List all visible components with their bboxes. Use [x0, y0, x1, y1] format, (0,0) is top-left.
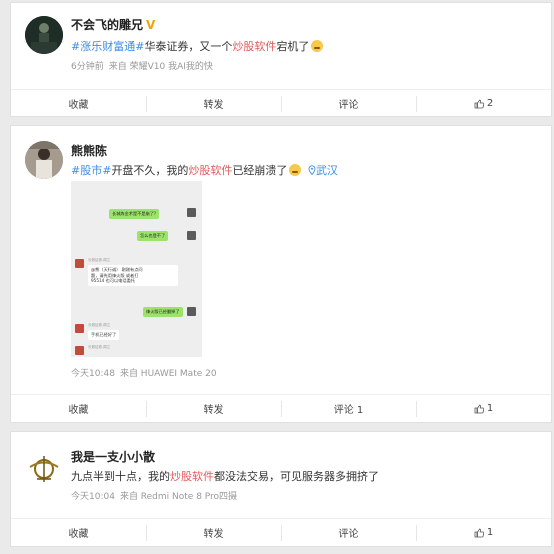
comment-label: 评论 1	[333, 405, 364, 416]
like-count: 1	[486, 403, 494, 414]
thumbs-up-icon	[474, 528, 484, 537]
content-text: 宕机了	[276, 40, 310, 53]
post-content: #股市#开盘不久，我的炒股软件已经崩溃了 武汉	[71, 162, 338, 178]
location-link[interactable]: 武汉	[305, 164, 338, 177]
comment-button[interactable]: 评论	[281, 519, 416, 546]
post-source: 来自 荣耀V10 我AI我的快	[108, 62, 213, 72]
username-text[interactable]: 我是一支小小散	[71, 450, 155, 464]
action-bar: 收藏 转发 评论 1	[11, 518, 551, 546]
like-count: 1	[486, 527, 494, 538]
like-button[interactable]: 1	[416, 395, 551, 422]
chat-avatar	[75, 346, 84, 355]
avatar[interactable]	[25, 141, 63, 179]
collect-button[interactable]: 收藏	[11, 395, 146, 422]
chat-message-line: 95514 也可以电话委托	[91, 278, 135, 283]
chat-sender: 长城证券-周立	[88, 345, 111, 349]
post-time[interactable]: 今天10:48	[71, 369, 115, 379]
post-meta: 今天10:04 来自 Redmi Note 8 Pro四摄	[71, 489, 237, 502]
post-image[interactable]: 长城炼金术是不是崩了? 怎么也登不了 长城证券-周立 @熊（天行诚） 刚刚有点问…	[71, 181, 202, 357]
topic-link[interactable]: #涨乐财富通#	[71, 40, 144, 53]
content-text: 华泰证券，又一个	[144, 40, 233, 53]
avatar-image	[25, 450, 63, 488]
avatar-image	[25, 16, 63, 54]
chat-avatar	[187, 231, 196, 240]
post-meta: 今天10:48 来自 HUAWEI Mate 20	[71, 366, 217, 379]
post-source: 来自 HUAWEI Mate 20	[119, 369, 217, 379]
chat-message: 怎么也登不了	[137, 231, 169, 241]
chat-sender: 长城证券-周立	[88, 258, 111, 262]
collect-button[interactable]: 收藏	[11, 519, 146, 546]
chat-message: 手机已经好了	[88, 330, 120, 340]
emoji-icon	[311, 40, 324, 52]
post-source: 来自 Redmi Note 8 Pro四摄	[119, 492, 238, 502]
content-text: 开盘不久，我的	[111, 164, 189, 177]
thumbs-up-icon	[474, 99, 484, 108]
highlight-keyword[interactable]: 炒股软件	[232, 40, 276, 53]
action-bar: 收藏 转发 评论 2	[11, 89, 551, 117]
chat-avatar	[187, 307, 196, 316]
comment-label: 评论	[338, 100, 359, 111]
collect-button[interactable]: 收藏	[11, 90, 146, 117]
verified-badge-icon: V	[146, 18, 156, 32]
post-time[interactable]: 6分钟前	[71, 62, 104, 72]
location-text[interactable]: 武汉	[316, 164, 338, 177]
highlight-keyword[interactable]: 炒股软件	[188, 164, 232, 177]
emoji-icon	[289, 164, 302, 176]
forward-button[interactable]: 转发	[146, 90, 281, 117]
username[interactable]: 我是一支小小散	[71, 448, 155, 465]
collect-label: 收藏	[68, 405, 89, 416]
like-count: 2	[486, 98, 494, 109]
like-button[interactable]: 1	[416, 519, 551, 546]
action-bar: 收藏 转发 评论 1 1	[11, 394, 551, 422]
post-meta: 6分钟前 来自 荣耀V10 我AI我的快	[71, 59, 213, 72]
post-card: 熊熊陈 #股市#开盘不久，我的炒股软件已经崩溃了 武汉 长城炼金术是不是崩了? …	[10, 125, 552, 423]
comment-button[interactable]: 评论 1	[281, 395, 416, 422]
forward-label: 转发	[203, 529, 224, 540]
content-text: 九点半到十点，我的	[71, 470, 170, 483]
topic-link[interactable]: #股市#	[71, 164, 111, 177]
chat-sender: 长城证券-周立	[88, 323, 111, 327]
chat-message: @熊（天行诚） 刚刚有点问 题，请先用烽火版 或者打 95514 也可以电话委托	[88, 265, 178, 286]
post-card: 我是一支小小散 九点半到十点，我的炒股软件都没法交易，可见服务器多拥挤了 今天1…	[10, 431, 552, 547]
collect-label: 收藏	[68, 100, 89, 111]
username[interactable]: 不会飞的雕兄 V	[71, 16, 155, 33]
chat-avatar	[75, 324, 84, 333]
avatar[interactable]	[25, 16, 63, 54]
collect-label: 收藏	[68, 529, 89, 540]
avatar-image	[25, 141, 63, 179]
content-text: 都没法交易，可见服务器多拥挤了	[214, 470, 379, 483]
post-content: #涨乐财富通#华泰证券，又一个炒股软件宕机了	[71, 38, 324, 54]
forward-button[interactable]: 转发	[146, 519, 281, 546]
location-pin-icon	[308, 165, 316, 176]
chat-avatar	[187, 208, 196, 217]
content-text: 已经崩溃了	[232, 164, 288, 177]
forward-label: 转发	[203, 405, 224, 416]
post-card: 不会飞的雕兄 V #涨乐财富通#华泰证券，又一个炒股软件宕机了 6分钟前 来自 荣耀…	[10, 2, 552, 117]
chat-message: 长城炼金术是不是崩了?	[109, 209, 160, 219]
forward-label: 转发	[203, 100, 224, 111]
username-text[interactable]: 不会飞的雕兄	[71, 18, 143, 32]
like-button[interactable]: 2	[416, 90, 551, 117]
post-content: 九点半到十点，我的炒股软件都没法交易，可见服务器多拥挤了	[71, 468, 379, 484]
comment-button[interactable]: 评论	[281, 90, 416, 117]
username[interactable]: 熊熊陈	[71, 142, 107, 159]
thumbs-up-icon	[474, 404, 484, 413]
username-text[interactable]: 熊熊陈	[71, 144, 107, 158]
chat-message: 烽火版已经翻掉了	[143, 307, 183, 317]
post-time[interactable]: 今天10:04	[71, 492, 115, 502]
comment-label: 评论	[338, 529, 359, 540]
forward-button[interactable]: 转发	[146, 395, 281, 422]
avatar[interactable]	[25, 450, 63, 488]
chat-avatar	[75, 259, 84, 268]
highlight-keyword[interactable]: 炒股软件	[170, 470, 214, 483]
